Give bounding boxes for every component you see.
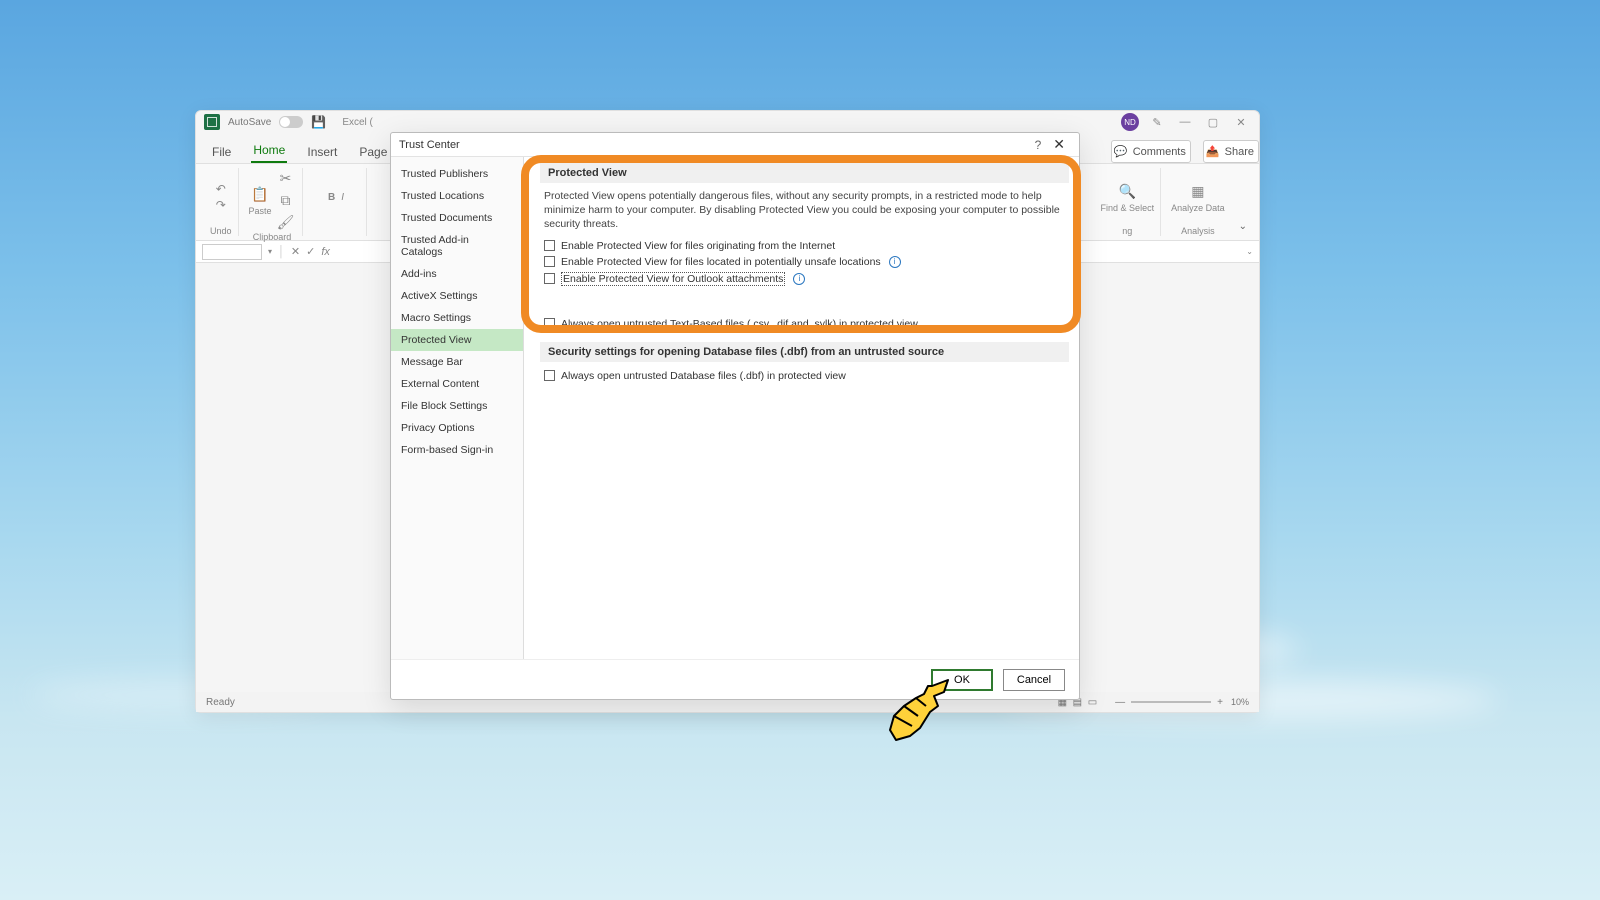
autosave-label: AutoSave xyxy=(228,117,271,128)
checkbox-label: Enable Protected View for files located … xyxy=(561,256,881,268)
ribbon-tab-home[interactable]: Home xyxy=(251,139,287,163)
dialog-titlebar: Trust Center ? ✕ xyxy=(391,133,1079,157)
ribbon-group-undo: ↶ ↷ Undo xyxy=(204,168,239,236)
protected-view-heading: Protected View xyxy=(540,163,1069,183)
checkbox-label: Always open untrusted Text-Based files (… xyxy=(561,318,918,330)
protected-view-description: Protected View opens potentially dangero… xyxy=(540,189,1069,232)
italic-button[interactable]: I xyxy=(341,192,344,203)
doc-title: Excel ( xyxy=(342,117,373,128)
save-icon[interactable]: 💾 xyxy=(311,115,326,129)
checkbox-row-pv-internet[interactable]: Enable Protected View for files originat… xyxy=(540,238,1069,254)
zoom-in-button[interactable]: + xyxy=(1217,697,1223,708)
fx-icon[interactable]: fx xyxy=(321,246,330,258)
dialog-content: Protected View Protected View opens pote… xyxy=(524,157,1079,659)
window-close-button[interactable]: ✕ xyxy=(1231,116,1251,129)
checkbox-icon[interactable] xyxy=(544,240,555,251)
checkbox-label: Enable Protected View for files originat… xyxy=(561,240,835,252)
format-painter-icon[interactable]: 🖌 xyxy=(276,212,296,232)
dialog-help-button[interactable]: ? xyxy=(1029,138,1048,152)
checkbox-icon[interactable] xyxy=(544,256,555,267)
name-box-dropdown-icon[interactable]: ▾ xyxy=(268,247,272,256)
titlebar: AutoSave 💾 Excel ( ND ✎ — ▢ ✕ xyxy=(196,111,1259,133)
redo-icon[interactable]: ↷ xyxy=(216,198,226,212)
checkbox-icon[interactable] xyxy=(544,370,555,381)
sidebar-item-macro-settings[interactable]: Macro Settings xyxy=(391,307,523,329)
zoom-percentage: 10% xyxy=(1231,697,1249,707)
cut-icon[interactable]: ✂ xyxy=(276,168,296,188)
find-select-button[interactable]: 🔍 Find & Select xyxy=(1101,181,1155,213)
copy-icon[interactable]: ⧉ xyxy=(276,190,296,210)
dbf-heading: Security settings for opening Database f… xyxy=(540,342,1069,362)
analyze-icon: ▦ xyxy=(1188,181,1208,201)
window-minimize-button[interactable]: — xyxy=(1175,116,1195,128)
ribbon-group-editing: 🔍 Find & Select ng xyxy=(1095,168,1162,236)
checkbox-icon[interactable] xyxy=(544,273,555,284)
ribbon-group-clipboard: 📋 Paste ✂ ⧉ 🖌 Clipboard xyxy=(243,168,303,236)
view-page-break-icon[interactable]: ▭ xyxy=(1088,697,1097,708)
autosave-toggle[interactable] xyxy=(279,116,303,128)
sidebar-item-add-ins[interactable]: Add-ins xyxy=(391,263,523,285)
zoom-out-button[interactable]: — xyxy=(1115,697,1125,708)
status-ready-label: Ready xyxy=(206,697,235,708)
sidebar-item-trusted-documents[interactable]: Trusted Documents xyxy=(391,207,523,229)
ribbon-group-label: Clipboard xyxy=(253,232,292,242)
dialog-title: Trust Center xyxy=(399,139,460,151)
checkbox-row-pv-outlook[interactable]: Enable Protected View for Outlook attach… xyxy=(540,270,1069,288)
bold-button[interactable]: B xyxy=(328,192,335,203)
sidebar-item-trusted-locations[interactable]: Trusted Locations xyxy=(391,185,523,207)
analyze-data-button[interactable]: ▦ Analyze Data xyxy=(1171,181,1225,213)
clipboard-icon: 📋 xyxy=(250,184,270,204)
window-maximize-button[interactable]: ▢ xyxy=(1203,116,1223,129)
cancel-button[interactable]: Cancel xyxy=(1003,669,1065,691)
dialog-close-button[interactable]: ✕ xyxy=(1047,136,1071,153)
info-icon[interactable]: i xyxy=(889,256,901,268)
sidebar-item-file-block-settings[interactable]: File Block Settings xyxy=(391,395,523,417)
sidebar-item-form-based-sign-in[interactable]: Form-based Sign-in xyxy=(391,439,523,461)
excel-app-icon xyxy=(204,114,220,130)
ribbon-collapse-chevron-icon[interactable]: ⌄ xyxy=(1235,217,1251,236)
sidebar-item-trusted-publishers[interactable]: Trusted Publishers xyxy=(391,163,523,185)
ribbon-tab-file[interactable]: File xyxy=(210,141,233,163)
checkbox-row-pv-unsafe-locations[interactable]: Enable Protected View for files located … xyxy=(540,254,1069,270)
undo-icon[interactable]: ↶ xyxy=(216,182,226,196)
dialog-sidebar: Trusted PublishersTrusted LocationsTrust… xyxy=(391,157,524,659)
ribbon-group-font: B I xyxy=(307,168,367,236)
cancel-formula-icon[interactable]: ✕ xyxy=(291,245,300,258)
sidebar-item-trusted-add-in-catalogs[interactable]: Trusted Add-in Catalogs xyxy=(391,229,523,263)
zoom-slider[interactable] xyxy=(1131,701,1211,703)
ribbon-group-label: Analysis xyxy=(1181,226,1215,236)
editing-mode-icon[interactable]: ✎ xyxy=(1147,116,1167,129)
name-box[interactable] xyxy=(202,244,262,260)
sidebar-item-protected-view[interactable]: Protected View xyxy=(391,329,523,351)
checkbox-icon[interactable] xyxy=(544,318,555,329)
comments-button[interactable]: 💬 Comments xyxy=(1111,140,1191,163)
sidebar-item-external-content[interactable]: External Content xyxy=(391,373,523,395)
share-button[interactable]: 📤 Share xyxy=(1203,140,1259,163)
sidebar-item-privacy-options[interactable]: Privacy Options xyxy=(391,417,523,439)
ribbon-group-label: Undo xyxy=(210,226,232,236)
ribbon-tab-insert[interactable]: Insert xyxy=(305,141,339,163)
checkbox-row-text-files[interactable]: Always open untrusted Text-Based files (… xyxy=(540,316,1069,332)
paste-button[interactable]: 📋 Paste xyxy=(249,184,272,216)
trust-center-dialog: Trust Center ? ✕ Trusted PublishersTrust… xyxy=(390,132,1080,700)
ribbon-group-analysis: ▦ Analyze Data Analysis xyxy=(1165,168,1231,236)
info-icon[interactable]: i xyxy=(793,273,805,285)
user-avatar[interactable]: ND xyxy=(1121,113,1139,131)
ok-button[interactable]: OK xyxy=(931,669,993,691)
checkbox-row-dbf[interactable]: Always open untrusted Database files (.d… xyxy=(540,368,1069,384)
sidebar-item-activex-settings[interactable]: ActiveX Settings xyxy=(391,285,523,307)
accept-formula-icon[interactable]: ✓ xyxy=(306,245,315,258)
checkbox-label: Enable Protected View for Outlook attach… xyxy=(561,272,785,286)
formula-bar-expand-icon[interactable]: ⌄ xyxy=(1246,247,1253,256)
checkbox-label: Always open untrusted Database files (.d… xyxy=(561,370,846,382)
search-icon: 🔍 xyxy=(1117,181,1137,201)
dialog-footer: OK Cancel xyxy=(391,659,1079,699)
sidebar-item-message-bar[interactable]: Message Bar xyxy=(391,351,523,373)
